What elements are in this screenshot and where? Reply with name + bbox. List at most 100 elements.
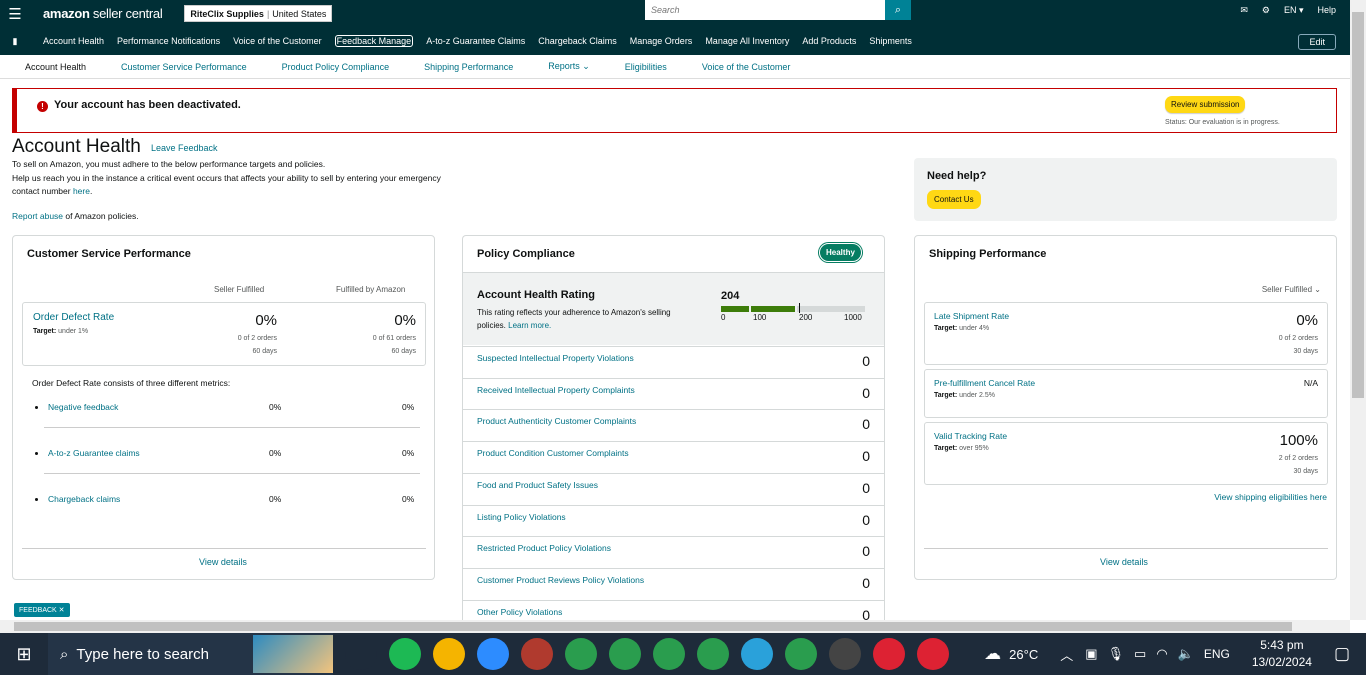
policy-row: Product Authenticity Customer Complaints… bbox=[463, 409, 884, 441]
nav-atoz-claims[interactable]: A-to-z Guarantee Claims bbox=[426, 36, 525, 46]
view-details-link[interactable]: View details bbox=[199, 557, 247, 567]
report-abuse-link[interactable]: Report abuse bbox=[12, 211, 63, 221]
scroll-thumb[interactable] bbox=[1352, 12, 1364, 398]
shipping-eligibilities-link[interactable]: View shipping eligibilities here bbox=[1214, 492, 1327, 502]
nav-feedback-manager[interactable]: Feedback Manage bbox=[334, 35, 414, 47]
menu-icon[interactable]: ☰ bbox=[0, 5, 30, 23]
snip-icon[interactable] bbox=[521, 638, 553, 670]
gear-icon[interactable]: ⚙ bbox=[1262, 5, 1270, 16]
chrome-h-icon[interactable] bbox=[609, 638, 641, 670]
divider bbox=[22, 548, 426, 549]
learn-more-link[interactable]: Learn more. bbox=[508, 321, 551, 330]
late-shipment-link[interactable]: Late Shipment Rate bbox=[934, 311, 1009, 321]
valid-tracking-target: Target: over 95% bbox=[934, 445, 989, 452]
policy-row-link[interactable]: Product Authenticity Customer Complaints bbox=[477, 416, 636, 426]
tab-customer-service[interactable]: Customer Service Performance bbox=[121, 62, 247, 72]
vertical-scrollbar[interactable] bbox=[1350, 0, 1366, 620]
telegram-icon[interactable] bbox=[741, 638, 773, 670]
metric-negative-feedback[interactable]: Negative feedback bbox=[48, 402, 118, 412]
tab-account-health[interactable]: Account Health bbox=[25, 62, 86, 72]
feedback-tag[interactable]: FEEDBACK ✕ bbox=[14, 603, 70, 617]
ahr-value: 204 bbox=[721, 290, 740, 302]
language-indicator[interactable]: ENG bbox=[1204, 647, 1230, 661]
policy-row-link[interactable]: Restricted Product Policy Violations bbox=[477, 543, 611, 553]
policy-compliance-card: Policy Compliance Healthy Account Health… bbox=[462, 235, 885, 620]
ahr-tick: 100 bbox=[753, 313, 767, 322]
policy-row-link[interactable]: Food and Product Safety Issues bbox=[477, 480, 598, 490]
weather-temp[interactable]: 26°C bbox=[1009, 647, 1038, 662]
policy-row-link[interactable]: Product Condition Customer Complaints bbox=[477, 448, 629, 458]
zoom-icon[interactable] bbox=[477, 638, 509, 670]
tab-voice-of-customer[interactable]: Voice of the Customer bbox=[702, 62, 791, 72]
chrome-m3-icon[interactable] bbox=[785, 638, 817, 670]
calculator-icon[interactable] bbox=[829, 638, 861, 670]
weather-icon[interactable]: ☁ bbox=[984, 644, 1001, 664]
search-button[interactable]: ⌕ bbox=[885, 0, 911, 20]
nav-manage-inventory[interactable]: Manage All Inventory bbox=[705, 36, 789, 46]
taskbar-search[interactable]: ⌕ Type here to search bbox=[48, 633, 333, 675]
task-view-icon[interactable] bbox=[345, 638, 377, 670]
battery-icon[interactable]: ▭ bbox=[1134, 646, 1146, 662]
odr-link[interactable]: Order Defect Rate bbox=[33, 312, 114, 323]
valid-tracking-link[interactable]: Valid Tracking Rate bbox=[934, 431, 1007, 441]
policy-row-link[interactable]: Other Policy Violations bbox=[477, 607, 562, 617]
policy-row-link[interactable]: Listing Policy Violations bbox=[477, 512, 566, 522]
meet-icon[interactable]: ▣ bbox=[1085, 646, 1097, 662]
folder-icon[interactable] bbox=[433, 638, 465, 670]
taskbar-apps bbox=[333, 638, 949, 670]
mic-icon[interactable]: 🎙 bbox=[1108, 646, 1125, 662]
metric-atoz-claims[interactable]: A-to-z Guarantee claims bbox=[48, 448, 140, 458]
metric-chargeback-claims[interactable]: Chargeback claims bbox=[48, 494, 120, 504]
nav-performance-notifications[interactable]: Performance Notifications bbox=[117, 36, 220, 46]
status-badge: Healthy bbox=[819, 243, 862, 262]
chrome-m-icon[interactable] bbox=[565, 638, 597, 670]
cancel-rate-target: Target: under 2.5% bbox=[934, 392, 995, 399]
help-link[interactable]: Help bbox=[1317, 5, 1336, 15]
review-submission-button[interactable]: Review submission bbox=[1165, 96, 1246, 113]
scroll-thumb[interactable] bbox=[14, 622, 1292, 631]
tab-eligibilities[interactable]: Eligibilities bbox=[625, 62, 667, 72]
bookmark-icon[interactable]: ▮ bbox=[0, 36, 30, 47]
nav-voice-of-customer[interactable]: Voice of the Customer bbox=[233, 36, 322, 46]
nav-bar: ▮ Account Health Performance Notificatio… bbox=[0, 27, 1350, 55]
nav-shipments[interactable]: Shipments bbox=[869, 36, 912, 46]
nav-account-health[interactable]: Account Health bbox=[43, 36, 104, 46]
account-health-rating: Account Health Rating This rating reflec… bbox=[463, 272, 884, 345]
horizontal-scrollbar[interactable] bbox=[0, 620, 1350, 633]
late-shipment-box: Late Shipment Rate Target: under 4% 0% 0… bbox=[924, 302, 1328, 365]
chrome-s-icon[interactable] bbox=[873, 638, 905, 670]
contact-us-button[interactable]: Contact Us bbox=[927, 190, 981, 209]
logo[interactable]: amazon seller central bbox=[43, 6, 163, 21]
clock[interactable]: 5:43 pm 13/02/2024 bbox=[1252, 637, 1312, 671]
notification-icon[interactable]: ▢ bbox=[1334, 644, 1350, 664]
windows-start-icon[interactable]: ⊞ bbox=[0, 644, 48, 665]
fulfillment-filter[interactable]: Seller Fulfilled ⌄ bbox=[1262, 285, 1321, 294]
wifi-icon[interactable]: ◠ bbox=[1156, 646, 1167, 662]
chevron-up-icon[interactable]: ︿ bbox=[1060, 645, 1073, 664]
volume-icon[interactable]: 🔈 bbox=[1178, 646, 1194, 662]
leave-feedback-link[interactable]: Leave Feedback bbox=[151, 143, 218, 153]
tab-product-policy[interactable]: Product Policy Compliance bbox=[282, 62, 390, 72]
policy-row-link[interactable]: Suspected Intellectual Property Violatio… bbox=[477, 353, 634, 363]
nav-add-products[interactable]: Add Products bbox=[802, 36, 856, 46]
tab-shipping[interactable]: Shipping Performance bbox=[424, 62, 513, 72]
mail-icon[interactable]: ✉ bbox=[1240, 5, 1248, 16]
chrome-l-icon[interactable] bbox=[653, 638, 685, 670]
policy-row-link[interactable]: Received Intellectual Property Complaint… bbox=[477, 385, 635, 395]
ahr-bar bbox=[721, 303, 865, 313]
policy-row-link[interactable]: Customer Product Reviews Policy Violatio… bbox=[477, 575, 644, 585]
store-selector[interactable]: RiteClix Supplies | United States bbox=[184, 5, 333, 22]
chrome-m2-icon[interactable] bbox=[697, 638, 729, 670]
tab-reports[interactable]: Reports ⌄ bbox=[548, 61, 590, 72]
nav-chargeback-claims[interactable]: Chargeback Claims bbox=[538, 36, 617, 46]
bullet bbox=[35, 406, 38, 409]
emergency-contact-link[interactable]: here bbox=[73, 186, 90, 196]
edit-nav-button[interactable]: Edit bbox=[1298, 34, 1336, 50]
spotify-icon[interactable] bbox=[389, 638, 421, 670]
chrome-r-icon[interactable] bbox=[917, 638, 949, 670]
nav-manage-orders[interactable]: Manage Orders bbox=[630, 36, 693, 46]
cancel-rate-link[interactable]: Pre-fulfillment Cancel Rate bbox=[934, 378, 1035, 388]
search-input[interactable] bbox=[645, 0, 885, 20]
language-selector[interactable]: EN ▾ bbox=[1284, 5, 1304, 16]
view-details-link[interactable]: View details bbox=[1100, 557, 1148, 567]
